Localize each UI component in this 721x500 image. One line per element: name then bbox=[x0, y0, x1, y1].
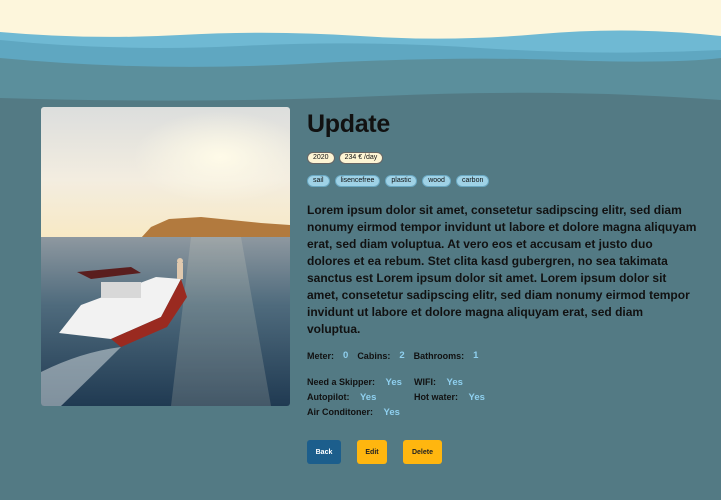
cabins-label: Cabins: bbox=[357, 350, 391, 361]
hotwater-label: Hot water: bbox=[414, 392, 459, 402]
meter-label: Meter: bbox=[307, 350, 335, 361]
action-buttons: Back Edit Delete bbox=[307, 440, 697, 464]
tag-wood: wood bbox=[422, 175, 451, 187]
boat-photo bbox=[41, 107, 290, 406]
autopilot-value: Yes bbox=[360, 392, 377, 403]
wifi-label: WIFI: bbox=[414, 377, 436, 387]
wave-header bbox=[0, 0, 721, 110]
tag-sail: sail bbox=[307, 175, 330, 187]
boat-image bbox=[41, 107, 290, 406]
wifi-value: Yes bbox=[446, 377, 463, 388]
meter-value: 0 bbox=[343, 350, 349, 361]
price-badge: 234 € /day bbox=[338, 152, 384, 164]
tag-lisencefree: lisencefree bbox=[334, 175, 381, 187]
detail-panel: Update 2020 234 € /day sail lisencefree … bbox=[307, 110, 697, 464]
tag-plastic: plastic bbox=[385, 175, 418, 187]
tag-carbon: carbon bbox=[455, 175, 490, 187]
bathrooms-label: Bathrooms: bbox=[413, 350, 465, 361]
autopilot-label: Autopilot: bbox=[307, 392, 350, 402]
hotwater-value: Yes bbox=[468, 392, 485, 403]
skipper-label: Need a Skipper: bbox=[307, 377, 376, 387]
year-badge: 2020 bbox=[307, 152, 335, 164]
delete-button[interactable]: Delete bbox=[403, 440, 442, 464]
edit-button[interactable]: Edit bbox=[357, 440, 387, 464]
skipper-value: Yes bbox=[385, 377, 402, 388]
aircon-label: Air Conditoner: bbox=[307, 407, 373, 417]
page-title: Update bbox=[307, 110, 390, 138]
back-button[interactable]: Back bbox=[307, 440, 341, 464]
cabins-value: 2 bbox=[399, 350, 405, 361]
specs-row: Meter: 0 Cabins: 2 Bathrooms: 1 bbox=[307, 350, 697, 361]
bathrooms-value: 1 bbox=[473, 350, 479, 361]
tag-list: sail lisencefree plastic wood carbon bbox=[307, 175, 697, 187]
description: Lorem ipsum dolor sit amet, consetetur s… bbox=[307, 203, 697, 336]
aircon-value: Yes bbox=[383, 407, 400, 418]
features: Need a Skipper: Yes WIFI: Yes Autopilot:… bbox=[307, 375, 697, 420]
badge-row: 2020 234 € /day bbox=[307, 152, 697, 164]
